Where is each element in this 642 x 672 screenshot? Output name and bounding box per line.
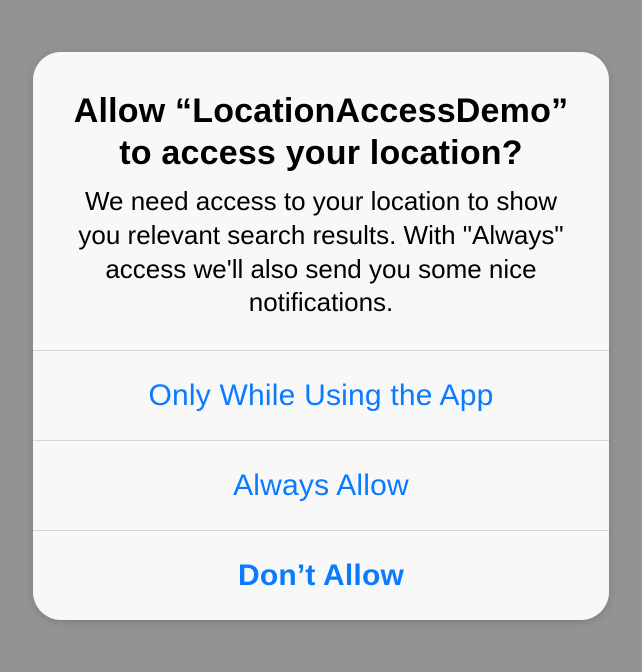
alert-actions: Only While Using the App Always Allow Do… [33,350,609,620]
only-while-using-button[interactable]: Only While Using the App [33,350,609,440]
always-allow-button[interactable]: Always Allow [33,440,609,530]
permission-alert: Allow “LocationAccessDemo” to access you… [33,52,609,620]
alert-content: Allow “LocationAccessDemo” to access you… [33,52,609,350]
alert-title: Allow “LocationAccessDemo” to access you… [63,90,579,175]
alert-message: We need access to your location to show … [63,185,579,320]
dont-allow-button[interactable]: Don’t Allow [33,530,609,620]
